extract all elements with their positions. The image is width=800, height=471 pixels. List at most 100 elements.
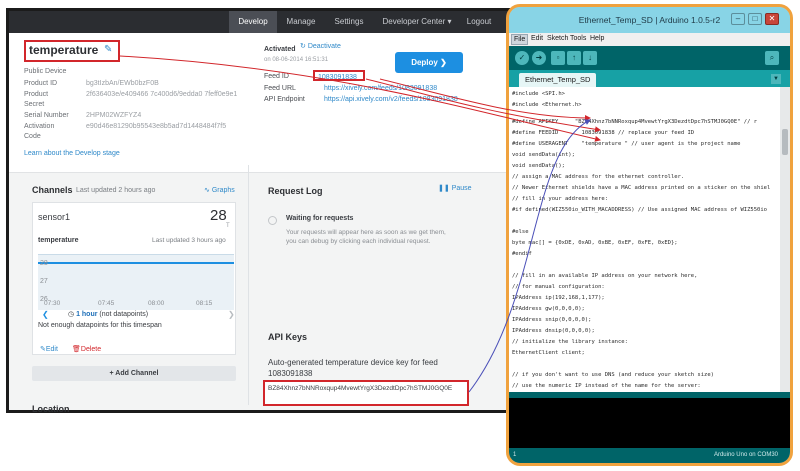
editor-scrollbar[interactable] <box>780 87 790 392</box>
verify-icon[interactable]: ✓ <box>515 51 529 65</box>
activated-date: on 08-06-2014 16:51:31 <box>264 57 329 63</box>
pause-label: Pause <box>451 185 472 192</box>
serial-number-value: 2HPM02WZFYZ4 <box>86 112 142 119</box>
menu-edit[interactable]: Edit <box>529 34 545 43</box>
secret-label: Secret <box>24 101 45 108</box>
edit-channel-link[interactable]: ✎Edit <box>40 345 58 353</box>
range-next-icon[interactable]: ❯ <box>228 310 235 319</box>
timespan-sub: (not datapoints) <box>99 311 149 318</box>
code-line: IPAddress gw(0,0,0,0); <box>512 306 585 312</box>
code-line: IPAddress snip(0,0,0,0); <box>512 317 592 323</box>
graph-icon: ∿ <box>204 187 212 194</box>
code-line: #if defined(WIZ550io_WITH_MACADDRESS) //… <box>512 207 767 213</box>
nav-develop[interactable]: Develop <box>229 11 277 33</box>
menu-sketch[interactable]: Sketch <box>545 34 570 43</box>
code-line: // Newer Ethernet shields have a MAC add… <box>512 185 771 191</box>
range-prev-icon[interactable]: ❮ <box>42 310 49 319</box>
code-line: #endif <box>512 251 532 257</box>
chart-x-tick: 07:30 <box>44 300 61 307</box>
minimize-icon[interactable]: – <box>731 13 745 25</box>
code-label: Code <box>24 133 41 140</box>
activation-value: e90d46e81290b95543e8b5ad7d1448484f7f5 <box>86 123 227 130</box>
api-endpoint-value[interactable]: https://api.xively.com/v2/feeds/10830918… <box>324 96 458 103</box>
chart-x-tick: 08:15 <box>196 300 213 307</box>
api-key-value[interactable]: BZ84Xhnz7bNNRoxqup4MvewtYrgX3DezdtDpc7hS… <box>268 384 466 393</box>
code-line: byte mac[] = {0xDE, 0xAD, 0xBE, 0xEF, 0x… <box>512 240 678 246</box>
timespan-label: 1 hour <box>76 311 98 318</box>
feed-url-value[interactable]: https://xively.com/feeds/1083091838 <box>324 85 437 92</box>
timespan-selector[interactable]: ◷ 1 hour (not datapoints) <box>68 310 148 318</box>
new-sketch-icon[interactable]: ▫ <box>551 51 565 65</box>
code-line-useragent: #define USERAGENT "temperature " // user… <box>512 141 741 147</box>
develop-stage-link[interactable]: Learn about the Develop stage <box>24 150 120 157</box>
save-sketch-icon[interactable]: ↓ <box>583 51 597 65</box>
request-log-title: Request Log <box>268 186 323 196</box>
close-icon[interactable]: ✕ <box>765 13 779 25</box>
code-line: #include <SPI.h> <box>512 91 565 97</box>
menu-bar: File Edit Sketch Tools Help <box>509 33 790 46</box>
sketch-tab-bar: Ethernet_Temp_SD ▼ <box>509 70 790 87</box>
deactivate-label: Deactivate <box>307 43 341 50</box>
delete-channel-link[interactable]: 🗑Delete <box>72 345 101 353</box>
product-secret-value: 2f636403e/e409466 7c400d6/9edda0 7feff0e… <box>86 91 238 98</box>
waiting-title: Waiting for requests <box>286 215 354 222</box>
activated-label: Activated <box>264 46 296 53</box>
code-line: // for manual configuration: <box>512 284 605 290</box>
graphs-link[interactable]: ∿ Graphs <box>204 186 235 194</box>
nav-developer-center[interactable]: Developer Center ▾ <box>377 11 457 33</box>
nav-settings[interactable]: Settings <box>327 11 371 33</box>
serial-monitor-icon[interactable]: ⌕ <box>765 51 779 65</box>
deploy-button[interactable]: Deploy ❯ <box>395 52 463 73</box>
waiting-text-2: you can debug by clicking each individua… <box>286 238 431 245</box>
deploy-label: Deploy <box>411 58 438 67</box>
channel-tag: temperature <box>38 237 79 244</box>
pause-button[interactable]: ❚❚ Pause <box>438 184 472 192</box>
code-line-feedid: #define FEEDID 1083091838 // replace you… <box>512 130 695 136</box>
graphs-label: Graphs <box>211 187 235 194</box>
api-key-feed-id: 1083091838 <box>268 369 313 378</box>
edit-pencil-icon[interactable]: ✎ <box>104 44 112 55</box>
code-line: #else <box>512 229 529 235</box>
menu-tools[interactable]: Tools <box>568 34 588 43</box>
sketch-tab[interactable]: Ethernet_Temp_SD <box>519 73 597 87</box>
feed-id-label: Feed ID <box>264 73 289 80</box>
code-line: void sendData(int); <box>512 152 575 158</box>
trash-icon: 🗑 <box>72 346 81 353</box>
feed-id-value[interactable]: 1083091838 <box>318 74 357 81</box>
board-port-status: Arduino Uno on COM30 <box>713 452 778 458</box>
edit-label: Edit <box>45 346 58 353</box>
waiting-indicator-icon <box>268 216 277 225</box>
chart-x-tick: 07:45 <box>98 300 115 307</box>
line-number: 1 <box>513 452 517 458</box>
chevron-right-icon: ❯ <box>437 58 447 67</box>
product-secret-label: Product <box>24 91 49 98</box>
code-line: IPAddress dnsip(0,0,0,0); <box>512 328 595 334</box>
upload-icon[interactable]: ➜ <box>532 51 546 65</box>
tab-menu-icon[interactable]: ▼ <box>771 74 781 84</box>
code-line: IPAddress ip(192,168,1,177); <box>512 295 605 301</box>
deactivate-link[interactable]: ↻ Deactivate <box>300 42 341 50</box>
code-line: // fill in your address here: <box>512 196 609 202</box>
menu-file[interactable]: File <box>511 34 529 45</box>
code-line: // assign a MAC address for the ethernet… <box>512 174 685 180</box>
nav-manage[interactable]: Manage <box>279 11 323 33</box>
open-sketch-icon[interactable]: ↑ <box>567 51 581 65</box>
channels-updated: Last updated 2 hours ago <box>76 187 156 194</box>
code-line-apikey: #define APIKEY "BZ84Xhnz7bNNRoxqup4Mvewt… <box>512 119 758 125</box>
arduino-ide-window: Ethernet_Temp_SD | Arduino 1.0.5-r2 – □ … <box>506 4 793 466</box>
channel-name: sensor1 <box>38 212 71 222</box>
no-data-message: Not enough datapoints for this timespan <box>38 322 162 329</box>
undo-icon: ↻ <box>300 43 308 50</box>
waiting-text-1: Your requests will appear here as soon a… <box>286 229 446 236</box>
menu-help[interactable]: Help <box>588 34 606 43</box>
api-endpoint-label: API Endpoint <box>264 96 305 103</box>
location-title: Location <box>32 404 70 414</box>
add-channel-button[interactable]: + Add Channel <box>32 366 236 381</box>
code-editor[interactable]: #include <SPI.h> #include <Ethernet.h> #… <box>509 87 780 392</box>
code-line: void sendData(); <box>512 163 565 169</box>
public-device-label: Public Device <box>24 68 67 75</box>
scrollbar-thumb[interactable] <box>782 129 788 155</box>
nav-logout[interactable]: Logout <box>459 11 499 33</box>
maximize-icon[interactable]: □ <box>748 13 762 25</box>
delete-label: Delete <box>80 346 102 353</box>
